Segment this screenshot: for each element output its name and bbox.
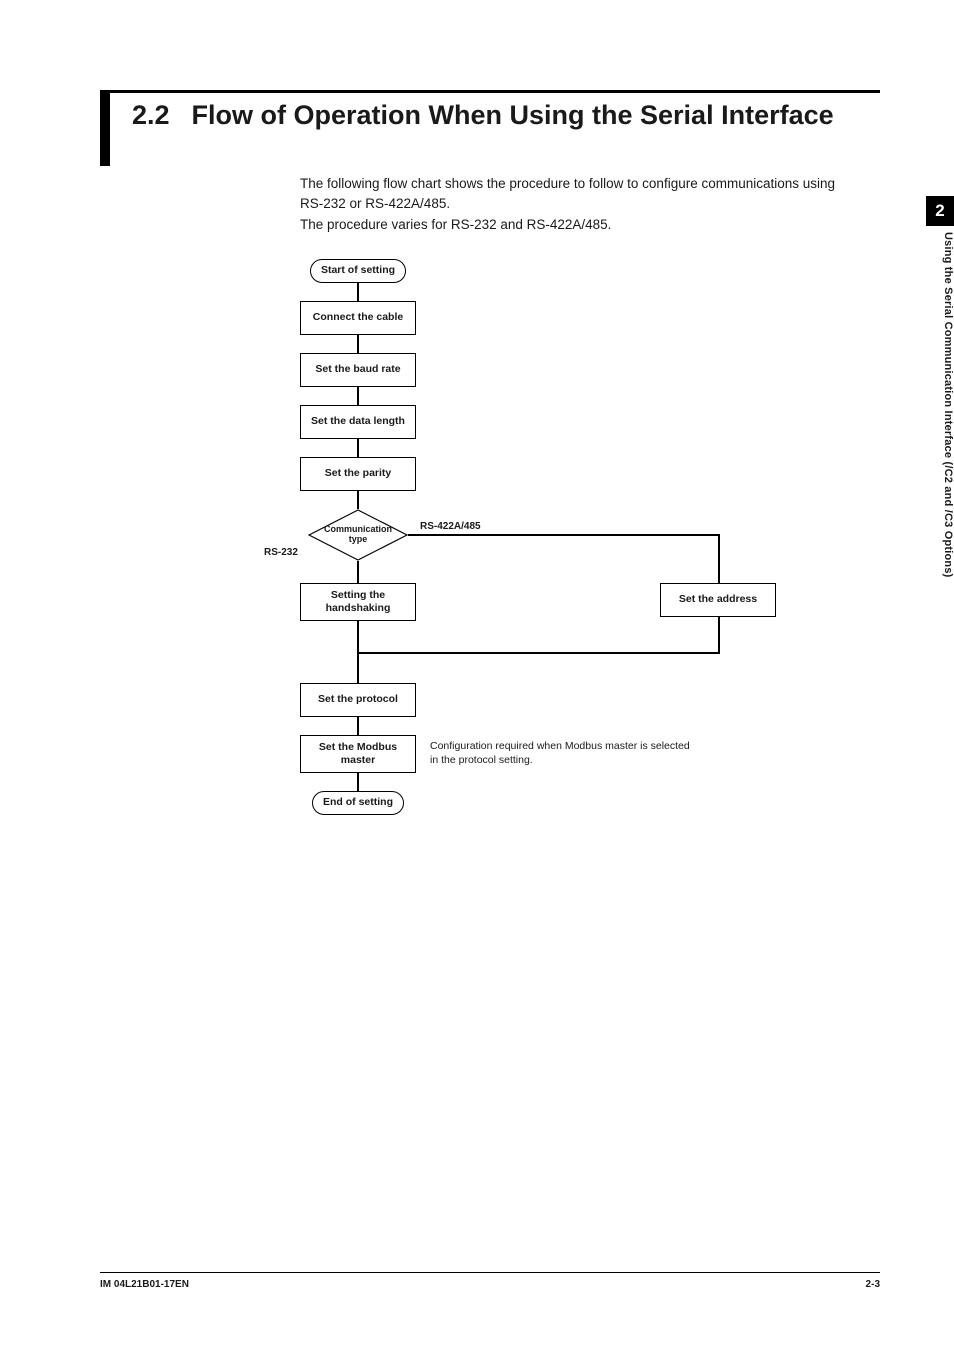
page-footer: IM 04L21B01-17EN 2-3	[100, 1272, 880, 1290]
flow-handshaking: Setting the handshaking	[300, 583, 416, 621]
flow-set-data-length: Set the data length	[300, 405, 416, 439]
flow-end: End of setting	[312, 791, 404, 815]
intro-line2: The procedure varies for RS-232 and RS-4…	[300, 215, 840, 235]
intro-line1: The following flow chart shows the proce…	[300, 174, 840, 215]
connector	[357, 283, 359, 301]
flow-set-baud: Set the baud rate	[300, 353, 416, 387]
footer-doc-number: IM 04L21B01-17EN	[100, 1279, 189, 1290]
connector	[357, 773, 359, 791]
flow-set-address: Set the address	[660, 583, 776, 617]
section-number: 2.2	[132, 99, 170, 131]
connector	[357, 561, 359, 583]
heading-bar-icon	[100, 90, 110, 166]
flow-set-parity: Set the parity	[300, 457, 416, 491]
page: 2 Using the Serial Communication Interfa…	[0, 0, 954, 1350]
chapter-title-vertical: Using the Serial Communication Interface…	[926, 226, 954, 584]
flow-set-protocol: Set the protocol	[300, 683, 416, 717]
connector	[408, 534, 720, 536]
connector	[357, 439, 359, 457]
section-heading: 2.2 Flow of Operation When Using the Ser…	[100, 90, 880, 160]
footer-page-number: 2-3	[866, 1279, 880, 1290]
label-rs422a485: RS-422A/485	[420, 521, 481, 532]
connector	[357, 387, 359, 405]
chapter-tab: 2 Using the Serial Communication Interfa…	[926, 196, 954, 846]
flow-decision-comm-type: Communication type	[308, 509, 408, 561]
flow-decision-label: Communication type	[308, 509, 408, 561]
label-rs232: RS-232	[264, 547, 298, 558]
connector	[357, 491, 359, 509]
flow-set-modbus-master: Set the Modbus master	[300, 735, 416, 773]
flow-modbus-note: Configuration required when Modbus maste…	[430, 739, 690, 767]
connector	[718, 617, 720, 654]
connector	[357, 652, 720, 654]
flow-start: Start of setting	[310, 259, 406, 283]
chapter-number-badge: 2	[926, 196, 954, 226]
flowchart: Start of setting Connect the cable Set t…	[300, 259, 860, 879]
flow-connect-cable: Connect the cable	[300, 301, 416, 335]
connector	[357, 335, 359, 353]
intro-text: The following flow chart shows the proce…	[300, 174, 840, 235]
connector	[357, 717, 359, 735]
connector	[718, 534, 720, 583]
section-title: Flow of Operation When Using the Serial …	[192, 99, 834, 131]
